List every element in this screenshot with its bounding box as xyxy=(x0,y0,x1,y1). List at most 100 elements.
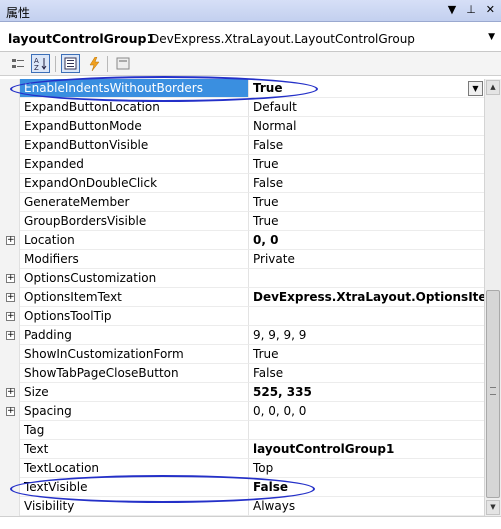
row-margin xyxy=(0,193,20,212)
property-row[interactable]: Tag xyxy=(0,421,484,440)
property-name[interactable]: Padding xyxy=(20,326,249,345)
property-name[interactable]: ExpandButtonMode xyxy=(20,117,249,136)
property-name[interactable]: GroupBordersVisible xyxy=(20,212,249,231)
value-dropdown-icon[interactable]: ▼ xyxy=(468,81,483,96)
property-value[interactable] xyxy=(249,269,484,288)
property-name[interactable]: Size xyxy=(20,383,249,402)
property-row[interactable]: EnableIndentsWithoutBorders True ▼ xyxy=(0,79,484,98)
property-value[interactable]: 0, 0, 0, 0 xyxy=(249,402,484,421)
property-row[interactable]: + OptionsItemText DevExpress.XtraLayout.Op… xyxy=(0,288,484,307)
close-icon[interactable]: ✕ xyxy=(486,3,495,16)
row-margin: + xyxy=(0,288,20,307)
property-pages-icon[interactable] xyxy=(113,54,132,73)
property-row[interactable]: + Size 525, 335 xyxy=(0,383,484,402)
property-value[interactable]: 0, 0 xyxy=(249,231,484,250)
property-value[interactable]: Private xyxy=(249,250,484,269)
property-value[interactable]: True xyxy=(249,212,484,231)
property-value[interactable]: Always xyxy=(249,497,484,516)
property-name[interactable]: ExpandOnDoubleClick xyxy=(20,174,249,193)
property-value[interactable]: True xyxy=(249,193,484,212)
property-name[interactable]: ExpandButtonLocation xyxy=(20,98,249,117)
expand-plus-icon[interactable]: + xyxy=(6,388,15,397)
property-name[interactable]: Visibility xyxy=(20,497,249,516)
chevron-down-icon[interactable]: ▼ xyxy=(488,32,495,42)
toolbar-separator xyxy=(107,56,108,72)
property-name[interactable]: OptionsToolTip xyxy=(20,307,249,326)
property-value[interactable]: False xyxy=(249,478,484,497)
property-name[interactable]: TextVisible xyxy=(20,478,249,497)
property-row[interactable]: + Location 0, 0 xyxy=(0,231,484,250)
property-row[interactable]: GenerateMember True xyxy=(0,193,484,212)
property-name[interactable]: Modifiers xyxy=(20,250,249,269)
property-value[interactable]: False xyxy=(249,174,484,193)
object-selector[interactable]: layoutControlGroup1 DevExpress.XtraLayou… xyxy=(0,26,501,52)
property-name[interactable]: Tag xyxy=(20,421,249,440)
property-value[interactable]: True xyxy=(249,79,484,98)
row-margin xyxy=(0,364,20,383)
scroll-down-icon[interactable]: ▼ xyxy=(486,500,500,515)
property-name[interactable]: ExpandButtonVisible xyxy=(20,136,249,155)
property-value[interactable]: Normal xyxy=(249,117,484,136)
expand-plus-icon[interactable]: + xyxy=(6,293,15,302)
property-value[interactable]: DevExpress.XtraLayout.OptionsItemTe xyxy=(249,288,484,307)
property-value[interactable]: 525, 335 xyxy=(249,383,484,402)
property-name[interactable]: Expanded xyxy=(20,155,249,174)
vertical-scrollbar[interactable]: ▲ ▼ xyxy=(484,79,501,516)
expand-plus-icon[interactable]: + xyxy=(6,407,15,416)
property-name[interactable]: EnableIndentsWithoutBorders xyxy=(20,79,249,98)
property-row[interactable]: ExpandButtonMode Normal xyxy=(0,117,484,136)
property-row[interactable]: Expanded True xyxy=(0,155,484,174)
property-row[interactable]: ShowTabPageCloseButton False xyxy=(0,364,484,383)
scroll-up-icon[interactable]: ▲ xyxy=(486,80,500,95)
property-name[interactable]: ShowTabPageCloseButton xyxy=(20,364,249,383)
property-row[interactable]: Visibility Always xyxy=(0,497,484,516)
expand-plus-icon[interactable]: + xyxy=(6,312,15,321)
property-value[interactable]: False xyxy=(249,364,484,383)
scroll-thumb[interactable] xyxy=(486,290,500,498)
property-row[interactable]: ExpandButtonVisible False xyxy=(0,136,484,155)
row-margin xyxy=(0,155,20,174)
panel-titlebar: 属性 ▼ ⊥ ✕ xyxy=(0,0,501,22)
property-name[interactable]: OptionsItemText xyxy=(20,288,249,307)
pin-icon[interactable]: ⊥ xyxy=(466,3,476,16)
property-row[interactable]: + OptionsToolTip xyxy=(0,307,484,326)
expand-plus-icon[interactable]: + xyxy=(6,331,15,340)
property-row[interactable]: + Spacing 0, 0, 0, 0 xyxy=(0,402,484,421)
property-name[interactable]: GenerateMember xyxy=(20,193,249,212)
expand-plus-icon[interactable]: + xyxy=(6,274,15,283)
property-row[interactable]: ExpandButtonLocation Default xyxy=(0,98,484,117)
property-row[interactable]: + Padding 9, 9, 9, 9 xyxy=(0,326,484,345)
property-value[interactable]: True xyxy=(249,345,484,364)
property-name[interactable]: Text xyxy=(20,440,249,459)
property-name[interactable]: Location xyxy=(20,231,249,250)
property-value[interactable] xyxy=(249,421,484,440)
property-name[interactable]: ShowInCustomizationForm xyxy=(20,345,249,364)
property-value[interactable]: False xyxy=(249,136,484,155)
property-value[interactable] xyxy=(249,307,484,326)
property-value[interactable]: 9, 9, 9, 9 xyxy=(249,326,484,345)
events-lightning-icon[interactable] xyxy=(84,54,103,73)
property-row[interactable]: + OptionsCustomization xyxy=(0,269,484,288)
property-value[interactable]: Default xyxy=(249,98,484,117)
property-value[interactable]: Top xyxy=(249,459,484,478)
property-value[interactable]: layoutControlGroup1 xyxy=(249,440,484,459)
dropdown-arrow-icon[interactable]: ▼ xyxy=(448,3,456,16)
property-name[interactable]: Spacing xyxy=(20,402,249,421)
property-row[interactable]: ExpandOnDoubleClick False xyxy=(0,174,484,193)
properties-icon[interactable] xyxy=(61,54,80,73)
property-row[interactable]: TextVisible False xyxy=(0,478,484,497)
row-margin xyxy=(0,345,20,364)
property-name[interactable]: TextLocation xyxy=(20,459,249,478)
property-row[interactable]: ShowInCustomizationForm True xyxy=(0,345,484,364)
toolbar-separator xyxy=(55,56,56,72)
property-row[interactable]: Modifiers Private xyxy=(0,250,484,269)
property-row[interactable]: Text layoutControlGroup1 xyxy=(0,440,484,459)
alphabetical-sort-icon[interactable]: AZ xyxy=(31,54,50,73)
property-name[interactable]: OptionsCustomization xyxy=(20,269,249,288)
property-row[interactable]: TextLocation Top xyxy=(0,459,484,478)
categorized-icon[interactable] xyxy=(8,54,27,73)
expand-plus-icon[interactable]: + xyxy=(6,236,15,245)
property-row[interactable]: GroupBordersVisible True xyxy=(0,212,484,231)
property-value[interactable]: True xyxy=(249,155,484,174)
titlebar-icons: ▼ ⊥ ✕ xyxy=(448,3,495,16)
